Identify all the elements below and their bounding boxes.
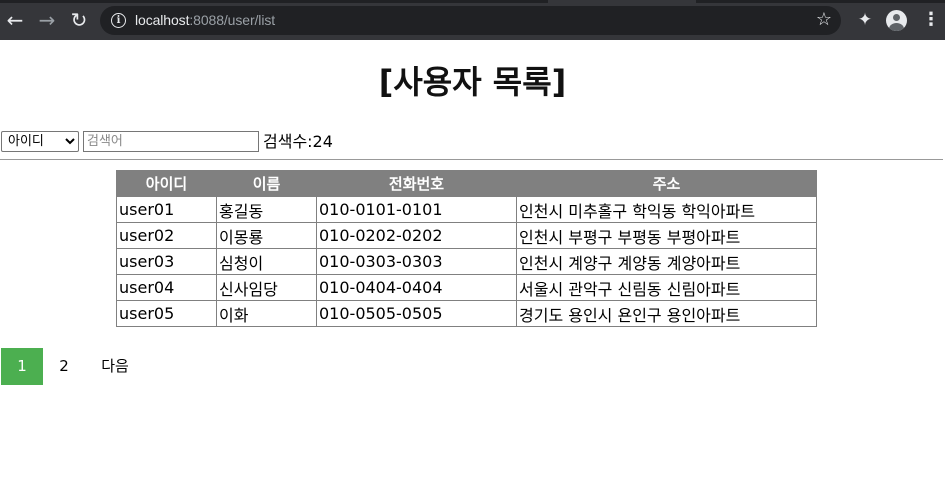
page-link-2[interactable]: 2: [43, 348, 85, 385]
table-header-row: 아이디 이름 전화번호 주소: [116, 170, 817, 197]
search-input[interactable]: [83, 131, 259, 152]
active-tab[interactable]: [548, 0, 696, 3]
search-count: 검색수:24: [263, 132, 333, 151]
reload-icon[interactable]: ↻: [68, 9, 90, 31]
cell-phone: 010-0404-0404: [316, 274, 517, 301]
cell-id: user05: [116, 300, 217, 327]
cell-id: user03: [116, 248, 217, 275]
tab-strip: [0, 0, 945, 3]
table-row: user02 이몽룡 010-0202-0202 인천시 부평구 부평동 부평아…: [116, 222, 817, 249]
header-id: 아이디: [116, 170, 217, 197]
cell-id: user02: [116, 222, 217, 249]
cell-phone: 010-0101-0101: [316, 196, 517, 223]
page-title: [사용자 목록]: [378, 63, 567, 101]
address-bar[interactable]: i localhost:8088/user/list ☆: [100, 6, 841, 35]
back-arrow-icon[interactable]: ←: [4, 9, 26, 31]
search-field-select[interactable]: 아이디: [1, 131, 79, 152]
cell-address: 인천시 계양구 계양동 계양아파트: [516, 248, 817, 275]
cell-id: user04: [116, 274, 217, 301]
cell-phone: 010-0303-0303: [316, 248, 517, 275]
forward-arrow-icon[interactable]: →: [36, 9, 58, 31]
table-row: user05 이화 010-0505-0505 경기도 용인시 욘인구 용인아파…: [116, 300, 817, 327]
header-name: 이름: [216, 170, 317, 197]
cell-phone: 010-0202-0202: [316, 222, 517, 249]
header-phone: 전화번호: [316, 170, 517, 197]
cell-address: 서울시 관악구 신림동 신림아파트: [516, 274, 817, 301]
cell-address: 인천시 미추홀구 학익동 학익아파트: [516, 196, 817, 223]
table-row: user03 심청이 010-0303-0303 인천시 계양구 계양동 계양아…: [116, 248, 817, 275]
url-text[interactable]: localhost:8088/user/list: [135, 12, 275, 29]
divider: [0, 159, 943, 160]
cell-address: 경기도 용인시 욘인구 용인아파트: [516, 300, 817, 327]
cell-name: 심청이: [216, 248, 317, 275]
cell-id: user01: [116, 196, 217, 223]
cell-name: 이몽룡: [216, 222, 317, 249]
profile-avatar-icon[interactable]: [886, 10, 907, 31]
browser-toolbar: ← → ↻ i localhost:8088/user/list ☆ ✦ ⋮: [0, 0, 945, 40]
url-host: localhost: [135, 12, 190, 28]
cell-name: 이화: [216, 300, 317, 327]
bookmark-star-icon[interactable]: ☆: [816, 10, 832, 30]
cell-name: 신사임당: [216, 274, 317, 301]
cell-name: 홍길동: [216, 196, 317, 223]
url-path: :8088/user/list: [189, 12, 276, 28]
cell-phone: 010-0505-0505: [316, 300, 517, 327]
table-row: user04 신사임당 010-0404-0404 서울시 관악구 신림동 신림…: [116, 274, 817, 301]
more-menu-icon[interactable]: ⋮: [922, 10, 940, 30]
extensions-puzzle-icon[interactable]: ✦: [855, 10, 875, 30]
header-address: 주소: [516, 170, 817, 197]
user-table: 아이디 이름 전화번호 주소 user01 홍길동 010-0101-0101 …: [116, 170, 817, 327]
table-row: user01 홍길동 010-0101-0101 인천시 미추홀구 학익동 학익…: [116, 196, 817, 223]
cell-address: 인천시 부평구 부평동 부평아파트: [516, 222, 817, 249]
page-link-1[interactable]: 1: [1, 348, 43, 385]
site-info-icon[interactable]: i: [111, 13, 126, 28]
next-page-link[interactable]: 다음: [87, 348, 143, 385]
